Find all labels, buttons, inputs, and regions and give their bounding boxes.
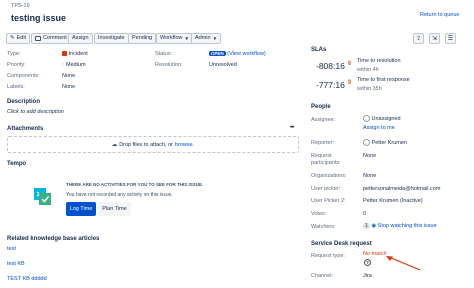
- watchers-value: 1 ◉ Stop watching this issue: [363, 223, 437, 229]
- components-label: Components:: [7, 73, 40, 79]
- people-heading: People: [311, 104, 331, 110]
- watchers-label: Watchers:: [311, 224, 336, 230]
- log-time-button[interactable]: Log Time: [66, 202, 96, 216]
- request-type-value[interactable]: No match: [363, 251, 387, 257]
- assignee-label: Assignee:: [311, 117, 336, 123]
- avatar: [363, 139, 370, 146]
- cloud-upload-icon: ☁: [111, 141, 118, 148]
- knowledge-article-link[interactable]: TEST KB ddddd: [7, 276, 47, 282]
- user-picker-value: pettersonalmeida@hotmail.com: [363, 186, 441, 192]
- browse-link[interactable]: browse.: [175, 142, 194, 148]
- help-icon[interactable]: ?: [364, 259, 371, 266]
- labels-value: None: [62, 84, 76, 90]
- tempo-heading: Tempo: [7, 161, 27, 167]
- sla-name: Time to first response: [357, 77, 410, 83]
- annotation-arrow: [384, 254, 422, 272]
- sla-name: Time to resolution: [357, 58, 401, 64]
- pause-icon: ‖: [348, 80, 351, 86]
- share-icon: ⇪: [415, 36, 422, 42]
- priority-medium-icon: ↑: [62, 62, 65, 68]
- votes-count[interactable]: 0: [363, 211, 366, 217]
- pause-icon: ‖: [348, 61, 351, 67]
- tempo-logo-icon: [34, 188, 51, 205]
- assignee-value: Unassigned: [363, 115, 401, 122]
- knowledge-article-link[interactable]: test: [7, 246, 16, 252]
- sla-within: within 35h: [357, 86, 382, 92]
- organizations-label: Organizations:: [311, 173, 347, 179]
- pencil-icon: ✎: [10, 35, 15, 41]
- assign-button[interactable]: Assign: [68, 33, 93, 44]
- components-value: None: [62, 73, 76, 79]
- status-badge: OPEN: [209, 51, 226, 56]
- votes-label: Votes:: [311, 211, 327, 217]
- chevron-down-icon: ▼: [184, 36, 189, 41]
- incident-icon: [62, 51, 67, 56]
- page-title: testing issue: [11, 13, 67, 23]
- type-label: Type:: [7, 51, 21, 57]
- watchers-count[interactable]: 1: [363, 223, 370, 229]
- chevron-down-icon: ▼: [212, 36, 218, 41]
- workflow-button[interactable]: Workflow ▼: [156, 33, 193, 44]
- type-value: Incident: [62, 51, 88, 57]
- request-participants-label: participants:: [311, 160, 341, 166]
- assign-to-me-link[interactable]: Assign to me: [363, 125, 395, 131]
- sla-time-remaining: -808:16: [316, 61, 345, 71]
- knowledge-article-link[interactable]: test KB: [7, 261, 25, 267]
- comment-button[interactable]: Comment: [31, 33, 71, 44]
- priority-label: Priority:: [7, 62, 26, 68]
- reporter-label: Reporter:: [311, 140, 334, 146]
- sla-within: within 4h: [357, 67, 379, 73]
- resolution-label: Resolution:: [155, 62, 183, 68]
- status-value: OPEN (View workflow): [209, 51, 266, 57]
- sla-time-remaining: -777:16: [316, 80, 345, 90]
- tempo-no-activity-text: THERE ARE NO ACTIVITIES FOR YOU TO SEE F…: [66, 182, 204, 187]
- comment-icon: [35, 36, 41, 41]
- plan-time-button[interactable]: Plan Time: [98, 202, 131, 216]
- resolution-value: Unresolved: [209, 62, 237, 68]
- description-heading: Description: [7, 99, 41, 105]
- export-icon: ⇲: [431, 36, 438, 42]
- drop-files-text: Drop files to attach, or: [119, 141, 174, 148]
- user-picker-2-value: Petter Krumen (Inactive): [363, 198, 423, 204]
- attachments-heading: Attachments: [7, 126, 44, 132]
- investigate-button[interactable]: Investigate: [94, 33, 129, 44]
- attachments-more-button[interactable]: •••: [290, 125, 294, 131]
- stop-watching-link[interactable]: Stop watching this issue: [378, 223, 437, 229]
- view-workflow-link[interactable]: (View workflow): [227, 51, 265, 57]
- pending-button[interactable]: Pending: [128, 33, 157, 44]
- knowledge-heading: Related knowledge base articles: [7, 236, 100, 242]
- user-picker-2-label: User Picker 2:: [311, 198, 346, 204]
- avatar: [363, 115, 370, 122]
- tempo-not-recorded-text: You have not recorded any activity on th…: [66, 192, 173, 198]
- more-icon: ☰: [447, 36, 454, 42]
- edit-button[interactable]: ✎ Edit: [6, 33, 31, 44]
- eye-icon: ◉: [371, 223, 377, 229]
- status-label: Status:: [155, 51, 173, 57]
- organizations-value: None: [363, 173, 377, 179]
- request-participants-label: Request: [311, 153, 332, 159]
- issue-key[interactable]: TPS-19: [11, 3, 30, 9]
- request-type-label: Request type:: [311, 253, 345, 259]
- return-to-queue-link[interactable]: Return to queue: [420, 12, 459, 18]
- admin-button[interactable]: Admin ▼: [191, 33, 222, 44]
- slas-heading: SLAs: [311, 47, 327, 53]
- labels-label: Labels:: [7, 84, 25, 90]
- export-button[interactable]: ⇲: [429, 33, 440, 44]
- user-picker-label: User picker:: [311, 186, 341, 192]
- service-desk-heading: Service Desk request: [311, 241, 372, 247]
- more-actions-button[interactable]: ☰: [445, 33, 456, 44]
- description-placeholder[interactable]: Click to add description: [7, 109, 64, 115]
- priority-value: ↑ Medium: [62, 62, 86, 68]
- request-participants-value: None: [363, 153, 377, 159]
- reporter-value: Petter Krumen: [363, 139, 407, 146]
- attachment-dropzone[interactable]: ☁ Drop files to attach, or browse.: [7, 136, 299, 153]
- channel-label: Channel:: [311, 273, 334, 279]
- channel-value: Jira: [363, 273, 372, 279]
- share-button[interactable]: ⇪: [413, 33, 424, 44]
